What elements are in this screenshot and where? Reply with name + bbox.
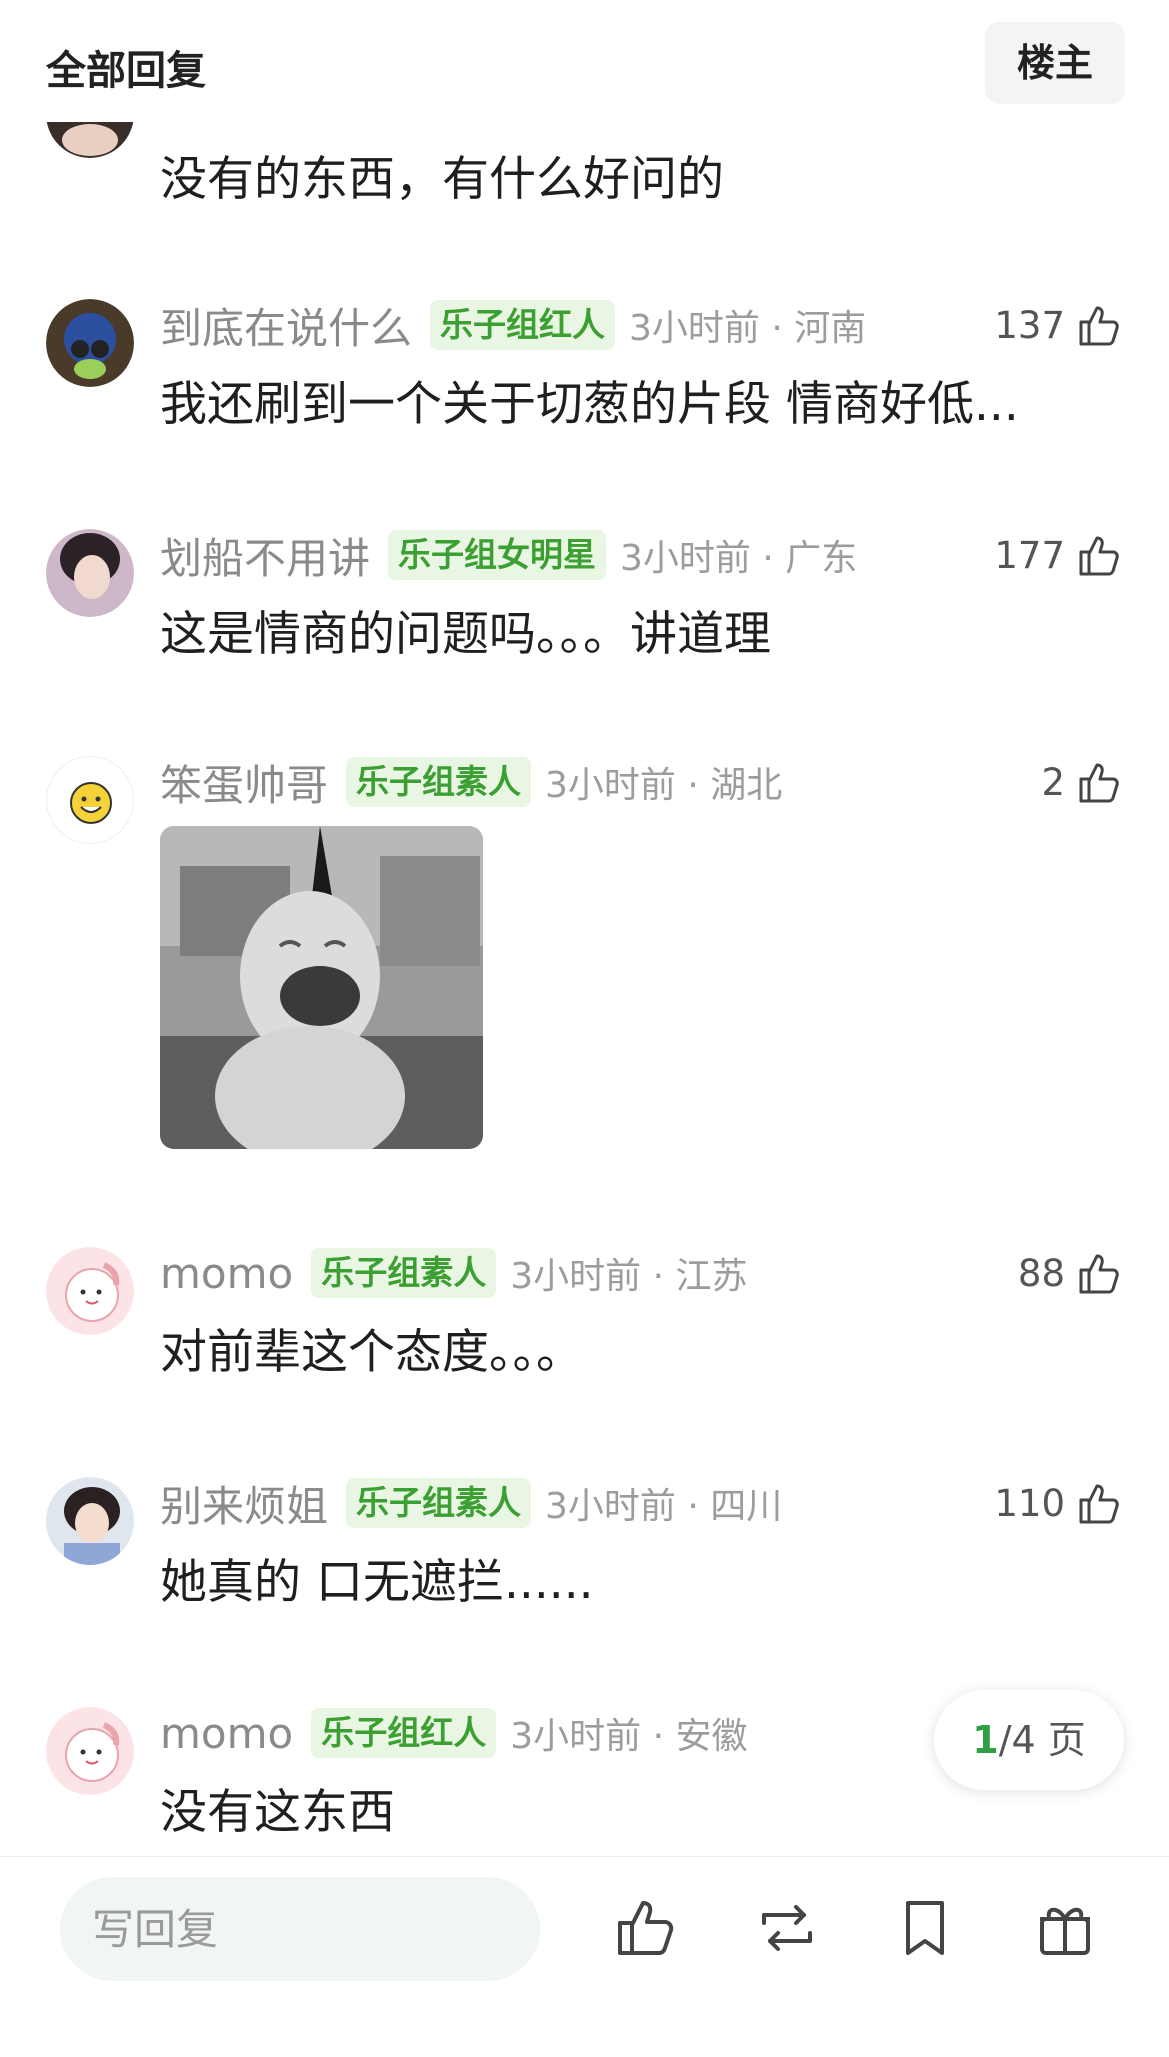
username[interactable]: 笨蛋帅哥 <box>160 752 328 813</box>
comment-text: 我还刷到一个关于切葱的片段 情商好低... <box>160 377 1019 432</box>
comment-meta: momo 乐子组红人 3小时前 · 安徽 <box>160 1703 747 1763</box>
user-badge: 乐子组素人 <box>311 1248 497 1298</box>
username[interactable]: 划船不用讲 <box>160 525 370 586</box>
gift-icon[interactable] <box>1030 1893 1100 1963</box>
comment-meta: 划船不用讲 乐子组女明星 3小时前 · 广东 <box>160 525 857 585</box>
thumbs-up-icon[interactable] <box>1075 1248 1125 1298</box>
repost-icon[interactable] <box>752 1893 822 1963</box>
comment-meta: 笨蛋帅哥 乐子组素人 3小时前 · 湖北 <box>160 752 782 812</box>
like-count: 110 <box>994 1481 1065 1525</box>
username[interactable]: momo <box>160 1709 293 1758</box>
like-count: 137 <box>994 303 1065 347</box>
username[interactable]: 到底在说什么 <box>160 295 412 356</box>
avatar[interactable] <box>46 1477 134 1565</box>
avatar[interactable] <box>46 299 134 387</box>
comment-text: 对前辈这个态度。。。 <box>160 1325 583 1380</box>
user-badge: 乐子组素人 <box>346 1478 532 1528</box>
page-title: 全部回复 <box>46 48 206 94</box>
time-location: 3小时前 · 湖北 <box>545 765 783 806</box>
reply-input[interactable] <box>60 1877 540 1981</box>
bottom-action-bar <box>0 1856 1169 2057</box>
comment-text: 没有这东西 <box>160 1785 395 1840</box>
username[interactable]: 别来烦姐 <box>160 1473 328 1534</box>
comment-meta: 别来烦姐 乐子组素人 3小时前 · 四川 <box>160 1473 782 1533</box>
like-control[interactable]: 110 <box>994 1473 1125 1533</box>
page-indicator[interactable]: 1/4 页 <box>934 1690 1124 1790</box>
total-pages: /4 页 <box>998 1718 1086 1762</box>
avatar[interactable] <box>46 1247 134 1335</box>
time-location: 3小时前 · 广东 <box>620 538 858 579</box>
thumbs-up-icon[interactable] <box>1075 1478 1125 1528</box>
username[interactable]: momo <box>160 1249 293 1298</box>
like-icon[interactable] <box>612 1893 682 1963</box>
avatar[interactable] <box>46 1707 134 1795</box>
comment-text: 这是情商的问题吗。。。讲道理 <box>160 607 771 662</box>
comment-text: 没有的东西，有什么好问的 <box>160 152 724 207</box>
like-control[interactable]: 2 <box>1041 752 1125 812</box>
user-badge: 乐子组红人 <box>430 300 616 350</box>
like-control[interactable]: 137 <box>994 295 1125 355</box>
owner-only-button[interactable]: 楼主 <box>985 22 1125 104</box>
comment-meta: 到底在说什么 乐子组红人 3小时前 · 河南 <box>160 295 866 355</box>
header: 全部回复 楼主 <box>0 0 1169 120</box>
thumbs-up-icon[interactable] <box>1075 757 1125 807</box>
thumbs-up-icon[interactable] <box>1075 530 1125 580</box>
like-control[interactable]: 177 <box>994 525 1125 585</box>
avatar[interactable] <box>46 529 134 617</box>
thumbs-up-icon[interactable] <box>1075 300 1125 350</box>
user-badge: 乐子组红人 <box>311 1708 497 1758</box>
like-count: 2 <box>1041 760 1065 804</box>
time-location: 3小时前 · 河南 <box>629 308 867 349</box>
like-count: 177 <box>994 533 1065 577</box>
sticker-image[interactable] <box>160 826 483 1149</box>
time-location: 3小时前 · 安徽 <box>510 1716 748 1757</box>
comment-meta: momo 乐子组素人 3小时前 · 江苏 <box>160 1243 747 1303</box>
like-count: 88 <box>1017 1251 1065 1295</box>
time-location: 3小时前 · 江苏 <box>510 1256 748 1297</box>
time-location: 3小时前 · 四川 <box>545 1486 783 1527</box>
current-page: 1 <box>972 1718 999 1762</box>
avatar[interactable] <box>46 756 134 844</box>
user-badge: 乐子组女明星 <box>388 530 607 580</box>
like-control[interactable]: 88 <box>1018 1243 1125 1303</box>
user-badge: 乐子组素人 <box>346 757 532 807</box>
comment-text: 她真的 口无遮拦...... <box>160 1555 594 1610</box>
bookmark-icon[interactable] <box>890 1893 960 1963</box>
